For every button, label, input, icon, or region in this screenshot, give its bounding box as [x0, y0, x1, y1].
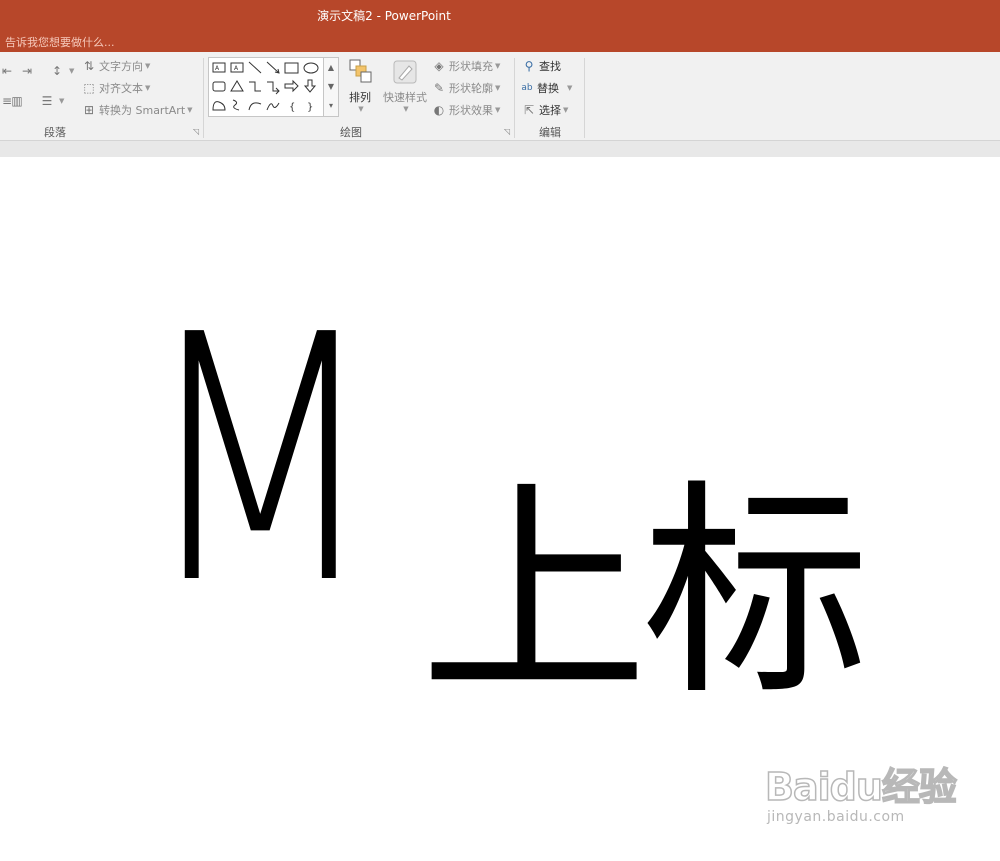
drawing-dialog-launcher-icon[interactable]: ◹ — [504, 127, 510, 136]
text-direction-label: 文字方向 — [99, 60, 143, 73]
increase-indent-icon: ⇥ — [21, 64, 33, 78]
convert-smartart-button[interactable]: ⊞ 转换为 SmartArt ▼ — [82, 102, 193, 118]
svg-text:{: { — [289, 102, 295, 113]
chevron-down-icon: ▼ — [187, 106, 193, 114]
svg-text:}: } — [307, 102, 313, 113]
line-spacing-icon: ↕ — [51, 64, 63, 78]
shape-fill-button[interactable]: ◈ 形状填充 ▼ — [432, 58, 500, 74]
slide-canvas[interactable]: M 上标 Baidu经验 jingyan.baidu.com — [0, 157, 1000, 861]
columns-icon: ☰ — [41, 94, 53, 108]
find-button[interactable]: ⚲ 查找 — [522, 58, 561, 74]
select-label: 选择 — [539, 104, 561, 117]
smartart-icon: ⊞ — [83, 103, 95, 117]
paragraph-group-label: 段落 — [44, 126, 66, 139]
decrease-indent-icon: ⇤ — [1, 64, 13, 78]
chevron-down-icon: ▼ — [495, 84, 501, 92]
shape-outline-label: 形状轮廓 — [449, 82, 493, 95]
chevron-down-icon: ▼ — [567, 84, 573, 92]
shapes-gallery-scroll[interactable]: ▲ ▼ ▾ — [323, 57, 339, 117]
chevron-down-icon: ▼ — [495, 62, 501, 70]
quick-styles-label: 快速样式 — [383, 91, 427, 104]
arrange-icon — [349, 59, 372, 83]
arrange-button[interactable]: 排列 ▼ — [344, 58, 376, 113]
text-direction-icon: ⇅ — [83, 59, 95, 73]
tell-me-search[interactable]: 告诉我您想要做什么... — [5, 34, 115, 50]
align-text-button[interactable]: ⬚ 对齐文本 ▼ — [82, 80, 150, 96]
decrease-indent-button[interactable]: ⇤ — [0, 64, 17, 78]
cursor-icon: ⇱ — [523, 103, 535, 117]
slide-subscript-text[interactable]: 上标 — [420, 479, 870, 707]
watermark-logo: Baidu经验 — [764, 764, 957, 810]
chevron-down-icon: ▼ — [145, 84, 151, 92]
chevron-down-icon: ▼ — [358, 105, 364, 113]
columns-button[interactable]: ☰ ▼ — [40, 94, 65, 108]
shape-effects-icon: ◐ — [433, 103, 445, 117]
paint-bucket-icon: ◈ — [434, 59, 444, 73]
chevron-down-icon: ▼ — [403, 105, 409, 113]
select-button[interactable]: ⇱ 选择 ▼ — [522, 102, 568, 118]
distributed-icon: ▥ — [11, 94, 23, 108]
find-label: 查找 — [539, 60, 561, 73]
pen-icon: ✎ — [433, 81, 445, 95]
replace-icon: ab — [521, 83, 533, 93]
chevron-down-icon: ▼ — [59, 97, 65, 105]
quick-styles-button[interactable]: 快速样式 ▼ — [380, 58, 430, 113]
chevron-down-icon: ▼ — [69, 67, 75, 75]
editing-group-label: 编辑 — [539, 126, 561, 139]
align-text-label: 对齐文本 — [99, 82, 143, 95]
svg-text:A: A — [215, 65, 220, 72]
scroll-up-icon[interactable]: ▲ — [324, 58, 338, 77]
group-separator — [203, 58, 204, 138]
shape-effects-label: 形状效果 — [449, 104, 493, 117]
baidu-watermark: Baidu经验 jingyan.baidu.com — [764, 756, 957, 825]
more-shapes-icon[interactable]: ▾ — [324, 96, 338, 115]
scroll-down-icon[interactable]: ▼ — [324, 77, 338, 96]
title-bar: 演示文稿2 - PowerPoint 告诉我您想要做什么... — [0, 0, 1000, 52]
replace-label: 替换 — [537, 82, 559, 95]
shape-fill-label: 形状填充 — [449, 60, 493, 73]
text-direction-button[interactable]: ⇅ 文字方向 ▼ — [82, 58, 150, 74]
chevron-down-icon: ▼ — [145, 62, 151, 70]
chevron-down-icon: ▼ — [495, 106, 501, 114]
search-icon: ⚲ — [524, 59, 534, 73]
chevron-down-icon: ▼ — [563, 106, 569, 114]
paragraph-dialog-launcher-icon[interactable]: ◹ — [193, 127, 199, 136]
ribbon: ⇤ ⇥ ↕ ▼ ≡ ▥ ☰ ▼ ⇅ 文字方向 ▼ ⬚ 对齐文本 ▼ ⊞ 转换为 Sm… — [0, 52, 1000, 140]
svg-text:A: A — [234, 65, 239, 72]
replace-button[interactable]: ab 替换 ▼ — [520, 80, 572, 96]
align-text-icon: ⬚ — [83, 81, 95, 95]
drawing-group-label: 绘图 — [340, 126, 362, 139]
ribbon-bottom-strip — [0, 140, 1000, 158]
watermark-url: jingyan.baidu.com — [767, 809, 905, 825]
convert-smartart-label: 转换为 SmartArt — [99, 104, 186, 117]
group-separator — [514, 58, 515, 138]
arrange-label: 排列 — [349, 91, 371, 104]
quick-styles-icon — [393, 60, 417, 84]
line-spacing-button[interactable]: ↕ ▼ — [50, 64, 74, 78]
slide-main-text[interactable]: M — [140, 291, 381, 631]
shape-effects-button[interactable]: ◐ 形状效果 ▼ — [432, 102, 501, 118]
distributed-button[interactable]: ▥ — [10, 94, 27, 108]
shape-outline-button[interactable]: ✎ 形状轮廓 ▼ — [432, 80, 500, 96]
window-title: 演示文稿2 - PowerPoint — [317, 9, 451, 23]
shapes-gallery-icons: A A { } — [212, 61, 319, 113]
group-separator — [584, 58, 585, 138]
shapes-gallery[interactable]: A A { } — [208, 57, 326, 117]
increase-indent-button[interactable]: ⇥ — [20, 64, 37, 78]
